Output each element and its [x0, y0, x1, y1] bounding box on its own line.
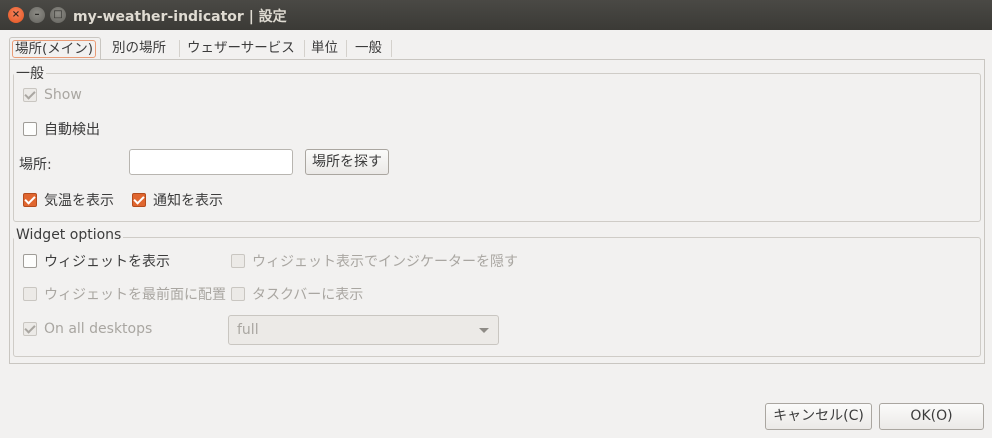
tab-other-locations[interactable]: 別の場所 — [110, 37, 168, 59]
location-label: 場所: — [19, 157, 52, 173]
hide-indicator-checkbox-box — [231, 254, 245, 268]
show-widget-checkbox[interactable]: ウィジェットを表示 — [23, 251, 170, 271]
tab-separator — [304, 40, 305, 57]
show-temperature-checkbox[interactable]: 気温を表示 — [23, 190, 114, 210]
tab-main-location[interactable]: 場所(メイン) — [9, 37, 101, 59]
show-temperature-checkbox-box — [23, 193, 37, 207]
widget-options-frame-label: Widget options — [14, 227, 124, 243]
show-checkbox[interactable]: Show — [23, 87, 82, 103]
tab-separator — [391, 40, 392, 57]
hide-indicator-checkbox[interactable]: ウィジェット表示でインジケーターを隠す — [231, 251, 518, 271]
tab-weather-service-label: ウェザーサービス — [187, 40, 295, 56]
tab-other-locations-label: 別の場所 — [112, 40, 166, 56]
widget-skin-select[interactable]: full — [228, 315, 499, 345]
show-notifications-checkbox-box — [132, 193, 146, 207]
tab-separator — [179, 40, 180, 57]
window-maximize-button[interactable]: □ — [50, 7, 66, 23]
tab-main-location-label: 場所(メイン) — [12, 40, 97, 58]
tab-units-label: 単位 — [311, 40, 338, 56]
cancel-button[interactable]: キャンセル(C) — [765, 403, 872, 430]
show-notifications-checkbox[interactable]: 通知を表示 — [132, 190, 223, 210]
tab-general[interactable]: 一般 — [353, 37, 384, 59]
autodetect-checkbox-label: 自動検出 — [44, 122, 100, 138]
show-checkbox-label: Show — [44, 87, 82, 103]
tab-units[interactable]: 単位 — [309, 37, 340, 59]
all-desktops-checkbox[interactable]: On all desktops — [23, 321, 152, 337]
hide-indicator-checkbox-label: ウィジェット表示でインジケーターを隠す — [252, 254, 518, 270]
show-in-taskbar-checkbox-label: タスクバーに表示 — [252, 287, 364, 303]
general-frame-label: 一般 — [14, 63, 46, 83]
widget-skin-select-value: full — [237, 322, 259, 338]
show-in-taskbar-checkbox-box — [231, 287, 245, 301]
tab-weather-service[interactable]: ウェザーサービス — [185, 37, 297, 59]
window-title: my-weather-indicator | 設定 — [73, 9, 287, 25]
dropdown-arrow-icon — [479, 328, 489, 333]
show-widget-checkbox-label: ウィジェットを表示 — [44, 254, 170, 270]
tab-separator — [346, 40, 347, 57]
all-desktops-checkbox-box — [23, 322, 37, 336]
window-minimize-button[interactable]: – — [29, 7, 45, 23]
window-close-button[interactable]: × — [8, 7, 24, 23]
widget-on-top-checkbox[interactable]: ウィジェットを最前面に配置 — [23, 284, 226, 304]
widget-on-top-checkbox-label: ウィジェットを最前面に配置 — [44, 287, 226, 303]
find-location-button[interactable]: 場所を探す — [305, 149, 389, 175]
window-titlebar: × – □ my-weather-indicator | 設定 — [0, 0, 992, 30]
show-in-taskbar-checkbox[interactable]: タスクバーに表示 — [231, 284, 363, 304]
tab-page-main-location: 一般 Show 自動検出 場所: 場所を探す 気温を表示 通知を表示 Widge… — [9, 59, 985, 364]
show-temperature-checkbox-label: 気温を表示 — [44, 193, 114, 209]
show-widget-checkbox-box — [23, 254, 37, 268]
tab-general-label: 一般 — [355, 40, 382, 56]
show-checkbox-box — [23, 88, 37, 102]
ok-button[interactable]: OK(O) — [879, 403, 984, 430]
all-desktops-checkbox-label: On all desktops — [44, 321, 153, 337]
widget-on-top-checkbox-box — [23, 287, 37, 301]
autodetect-checkbox-box — [23, 122, 37, 136]
autodetect-checkbox[interactable]: 自動検出 — [23, 119, 100, 139]
show-notifications-checkbox-label: 通知を表示 — [153, 193, 223, 209]
location-input[interactable] — [129, 149, 293, 175]
